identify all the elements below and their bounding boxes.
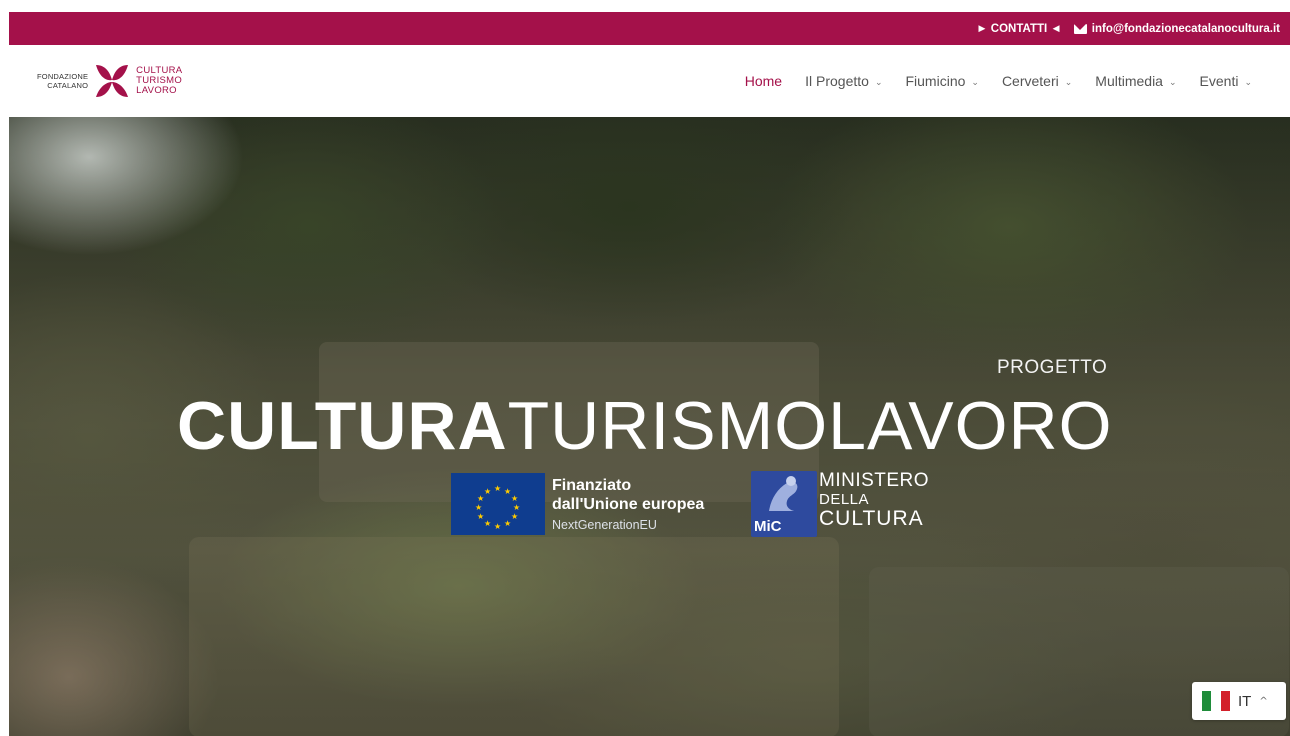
hero-kicker: PROGETTO	[997, 357, 1108, 378]
top-bar: ► CONTATTI ◄ info@fondazionecatalanocult…	[9, 12, 1290, 45]
logo-left-line2: CATALANO	[47, 81, 89, 90]
ministry-badge: MiC MINISTERO DELLA CULTURA	[751, 471, 929, 537]
mic-line2: DELLA	[819, 491, 870, 508]
nav-item-cerveteri[interactable]: Cerveteri ⌄	[1002, 73, 1072, 89]
mic-line3: CULTURA	[819, 507, 924, 530]
eu-line1: Finanziato	[552, 476, 632, 494]
hero-title-part3: LAVORO	[828, 388, 1113, 464]
logo-left-line1: FONDAZIONE	[37, 72, 89, 81]
nav-item-multimedia[interactable]: Multimedia ⌄	[1095, 73, 1176, 89]
hero-banner: PROGETTO CULTURATURISMOLAVORO ★ ★ ★ ★ ★ …	[9, 117, 1290, 736]
contact-label: ► CONTATTI ◄	[976, 22, 1062, 35]
main-nav: Home Il Progetto ⌄ Fiumicino ⌄ Cerveteri…	[745, 45, 1252, 117]
hero-title-part2: TURISMO	[507, 388, 829, 464]
contact-link[interactable]: ► CONTATTI ◄	[976, 23, 1062, 35]
eu-line2: dall'Unione europea	[552, 495, 705, 513]
nav-item-label: Fiumicino	[905, 73, 966, 89]
chevron-down-icon: ⌄	[874, 76, 883, 87]
italy-flag-icon	[1202, 691, 1230, 711]
email-link[interactable]: info@fondazionecatalanocultura.it	[1073, 22, 1280, 35]
eu-funding-badge: ★ ★ ★ ★ ★ ★ ★ ★ ★ ★ ★ ★ Finanziato dall'…	[451, 473, 704, 535]
chevron-down-icon: ⌄	[1168, 76, 1177, 87]
statue-icon	[769, 476, 798, 511]
hero-title-part1: CULTURA	[177, 388, 508, 464]
nav-item-fiumicino[interactable]: Fiumicino ⌄	[905, 73, 978, 89]
logo-foundation-name: FONDAZIONE CATALANO	[37, 72, 88, 90]
chevron-up-icon: ^	[1259, 695, 1268, 707]
language-switcher[interactable]: IT ^	[1192, 682, 1286, 720]
mic-logo-icon: MiC	[751, 471, 817, 537]
eu-flag-icon: ★ ★ ★ ★ ★ ★ ★ ★ ★ ★ ★ ★	[451, 473, 545, 535]
logo-right-line3: LAVORO	[136, 85, 177, 96]
logo-tagline: CULTURA TURISMO LAVORO	[136, 66, 182, 96]
page: ► CONTATTI ◄ info@fondazionecatalanocult…	[0, 0, 1290, 736]
email-address: info@fondazionecatalanocultura.it	[1091, 22, 1280, 35]
nav-item-il-progetto[interactable]: Il Progetto ⌄	[805, 73, 882, 89]
logo-butterfly-icon	[96, 65, 129, 97]
chevron-down-icon: ⌄	[1244, 76, 1252, 87]
site-logo[interactable]: FONDAZIONE CATALANO CULTURA TURISMO LAVO…	[37, 61, 182, 101]
nav-item-label: Eventi	[1199, 73, 1239, 89]
mic-badge-label: MiC	[754, 518, 782, 535]
language-code: IT	[1238, 692, 1252, 710]
mail-icon	[1073, 23, 1087, 34]
nav-item-label: Cerveteri	[1001, 73, 1059, 89]
ministry-text: MINISTERO DELLA CULTURA	[819, 471, 929, 530]
nav-item-label: Home	[744, 73, 783, 89]
chevron-down-icon: ⌄	[971, 76, 979, 87]
chevron-down-icon: ⌄	[1064, 76, 1073, 87]
nav-item-home[interactable]: Home	[745, 73, 782, 89]
nav-item-label: Il Progetto	[805, 73, 869, 89]
hero-title: CULTURATURISMOLAVORO	[177, 387, 1113, 465]
site-header: FONDAZIONE CATALANO CULTURA TURISMO LAVO…	[9, 45, 1290, 117]
nav-item-eventi[interactable]: Eventi ⌄	[1200, 73, 1252, 89]
eu-line3: NextGenerationEU	[552, 517, 657, 532]
eu-funding-text: Finanziato dall'Unione europea NextGener…	[552, 476, 704, 533]
nav-item-label: Multimedia	[1095, 73, 1163, 89]
mic-line1: MINISTERO	[819, 470, 930, 491]
